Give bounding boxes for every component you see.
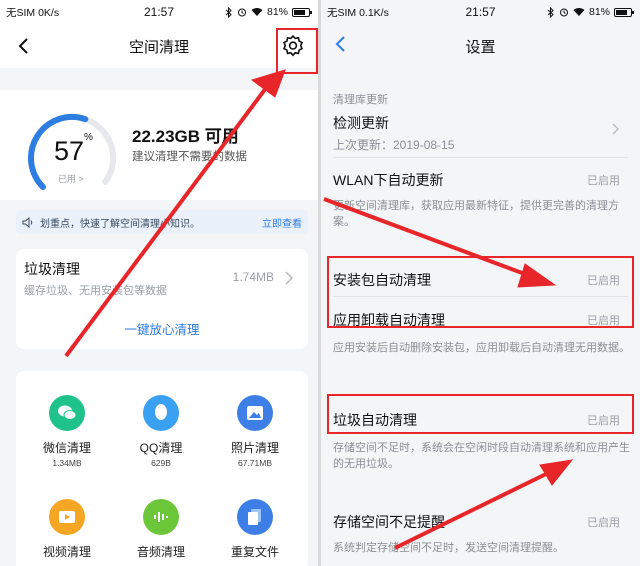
one-click-clean-button[interactable]: 一键放心清理 [16,319,308,338]
cleanup-advice: 建议清理不需要的数据 [132,151,247,163]
grid-label: 微信清理 [42,441,91,455]
low-storage-description: 系统判定存储空间不足时，发送空间清理提醒。 [333,542,564,554]
grid-label: 音频清理 [136,545,185,559]
chevron-right-icon [612,123,619,135]
status-bar: 无SIM 0.1K/s 21:57 81% [321,0,640,24]
wifi-icon [573,8,585,16]
nav-bar: 空间清理 [0,24,318,68]
grid-label: 视频清理 [42,545,91,559]
settings-screen: 无SIM 0.1K/s 21:57 81% 设置 清理库更新 检测更新 上次更新… [321,0,640,566]
page-title: 空间清理 [128,38,189,56]
clock: 21:57 [143,5,175,19]
page-title: 设置 [465,38,496,56]
battery-icon [292,7,312,17]
audio-icon [143,499,179,535]
video-icon [49,499,85,535]
grid-label: 重复文件 [230,545,279,559]
wechat-icon [49,395,85,431]
junk-subtitle: 缓存垃圾、无用安装包等数据 [24,285,167,297]
speaker-icon [22,216,33,228]
wechat-clean-item[interactable]: 微信清理 1.34MB [22,395,112,468]
wlan-auto-update-status: 已启用 [587,175,620,187]
nav-bar: 设置 [321,24,640,68]
duplicate-file-item[interactable]: 重复文件 [210,499,300,560]
alarm-icon [237,8,246,17]
auto-junk-description: 存储空间不足时，系统会在空闲时段自动清理系统和应用产生的无用垃圾。 [333,442,630,470]
chevron-right-icon[interactable] [284,271,294,285]
bluetooth-icon [547,6,554,18]
junk-size: 1.74MB [232,270,274,284]
junk-cleanup-card: 垃圾清理 缓存垃圾、无用安装包等数据 1.74MB 一键放心清理 [16,249,308,349]
last-update-date: 上次更新：2019-08-15 [333,138,455,152]
back-arrow-icon[interactable] [329,32,353,56]
used-link[interactable]: 已用 > [58,172,84,185]
low-storage-reminder-status: 已启用 [587,517,620,529]
grid-size: 67.71MB [237,458,273,468]
view-now-link[interactable]: 立即查看 [262,215,302,230]
photo-clean-item[interactable]: 照片清理 67.71MB [210,395,300,468]
carrier-label: 无SIM 0K/s [6,6,60,19]
storage-summary: 57% 已用 > 22.23GB 可用 建议清理不需要的数据 [0,90,318,200]
audio-clean-item[interactable]: 音频清理 [116,499,206,560]
low-storage-reminder-row[interactable]: 存储空间不足提醒 已启用 [321,500,640,540]
video-clean-item[interactable]: 视频清理 [22,499,112,560]
back-arrow-icon[interactable] [12,34,36,58]
wifi-icon [251,8,263,16]
used-percent: 57% [54,132,93,166]
annotation-box-apk [327,256,634,328]
clock: 21:57 [465,5,496,19]
qq-clean-item[interactable]: QQ清理 629B [116,395,206,468]
status-bar: 无SIM 0K/s 21:57 81% [0,0,318,24]
grid-size: 1.34MB [52,458,82,468]
wlan-description: 更新空间清理库，获取应用最新特征，提供更完善的清理方案。 [333,200,619,228]
check-update-label: 检测更新 [333,115,389,131]
battery-percent: 81% [266,6,288,18]
wlan-auto-update-label: WLAN下自动更新 [333,172,444,188]
battery-percent: 81% [588,6,610,18]
annotation-box-junk [327,394,634,434]
photo-icon [237,395,273,431]
low-storage-reminder-label: 存储空间不足提醒 [333,514,445,530]
category-grid: 微信清理 1.34MB QQ清理 629B 照片清理 67.71MB 视频清理 [16,371,308,566]
bluetooth-icon [225,6,232,18]
annotation-box-gear [276,28,318,74]
tip-text: 划重点，快速了解空间清理小知识。 [40,218,200,230]
qq-icon [143,395,179,431]
free-space: 22.23GB 可用 [132,127,239,146]
battery-icon [614,7,634,17]
junk-title[interactable]: 垃圾清理 [24,259,80,279]
wlan-auto-update-row[interactable]: WLAN下自动更新 已启用 [321,158,640,198]
apk-description: 应用安装后自动删除安装包，应用卸载后自动清理无用数据。 [333,342,630,354]
space-cleanup-screen: 无SIM 0K/s 21:57 81% 空间清理 57% 已用 > 22.23G… [0,0,318,566]
grid-label: QQ清理 [139,441,183,455]
duplicate-file-icon [237,499,273,535]
alarm-icon [559,8,568,17]
grid-label: 照片清理 [230,441,279,455]
carrier-label: 无SIM 0.1K/s [327,6,389,19]
tip-banner[interactable]: 划重点，快速了解空间清理小知识。 立即查看 [16,210,308,234]
grid-size: 629B [151,458,171,468]
